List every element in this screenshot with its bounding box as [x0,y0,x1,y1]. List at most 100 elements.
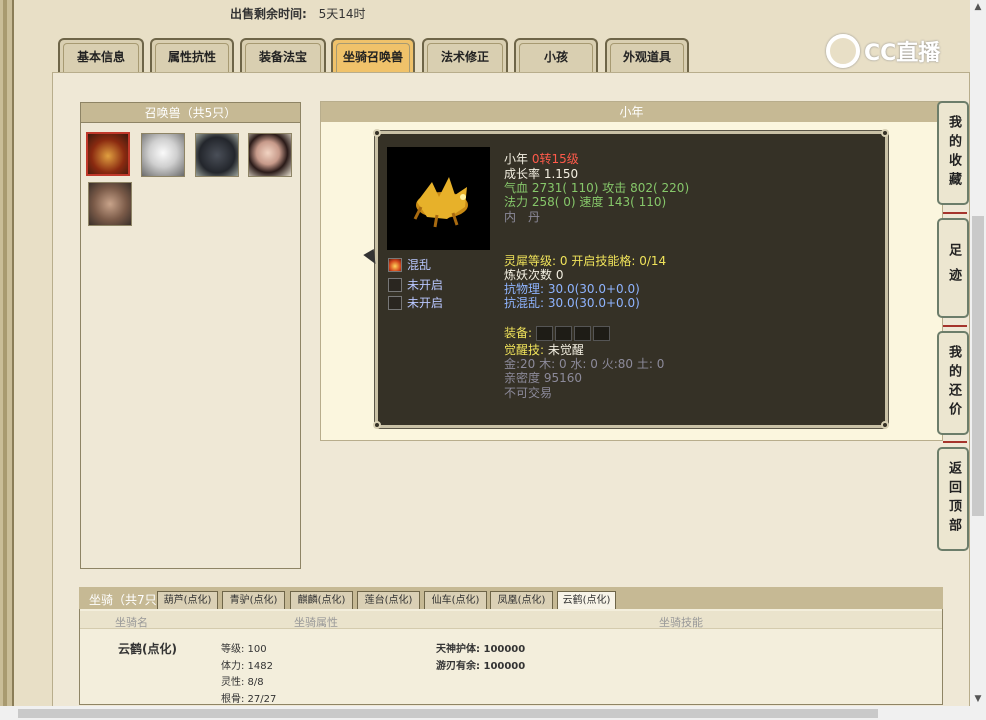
equip-line: 装备: [504,324,612,341]
chaos-resist-line: 抗混乱: 30.0(30.0+0.0) [504,294,640,311]
skill-row-2[interactable]: 未开启 [388,276,443,293]
mount-attr-bone: 根骨: 27/27 [221,694,277,705]
mount-count: 坐骑（共7只 [89,593,157,607]
open-slots-label: 开启技能格: [571,254,636,268]
back-to-top-button[interactable]: 返回顶部 [937,447,969,551]
tab-label: 外观道具 [622,49,671,64]
mount-tab-label: 云鹤(点化) [562,595,611,606]
tab-label: 装备法宝 [258,49,307,64]
corner-ornament [881,421,889,429]
chaos-resist-label: 抗混乱: [504,296,545,310]
mount-tab-label: 青驴(点化) [229,595,278,606]
mount-tab-3[interactable]: 麒麟(点化) [290,591,353,609]
tab-label: 小孩 [543,49,568,64]
pet-thumb-1[interactable] [86,132,130,176]
horizontal-scroll-thumb[interactable] [18,709,878,718]
pet-thumb-3[interactable] [195,133,239,177]
mount-tab-label: 凤凰(点化) [497,595,546,606]
mount-tab-1[interactable]: 葫芦(点化) [157,591,218,609]
pet-thumb-4[interactable] [248,133,292,177]
tab-label: 基本信息 [76,49,125,64]
mount-skill-1: 天神护体: 100000 [436,644,526,655]
mount-tab-label: 仙车(点化) [431,595,480,606]
mount-tab-4[interactable]: 莲台(点化) [357,591,420,609]
skill-name: 未开启 [407,296,444,310]
pet-portrait [387,147,490,250]
tab-equipment[interactable]: 装备法宝 [240,38,326,72]
pet-thumb-5[interactable] [88,182,132,226]
pet-list-title: 召唤兽（共5只） [81,103,300,123]
mount-skill-2: 游刃有余: 100000 [436,661,526,672]
pet-detail-title: 小年 [321,102,942,122]
favorites-label: 我的收藏 [946,115,961,191]
trade-status: 不可交易 [504,386,553,400]
pet-name: 小年 [504,152,529,166]
locked-skill-icon [388,295,402,310]
tab-attr-resist[interactable]: 属性抗性 [150,38,234,72]
scroll-up-icon[interactable]: ▲ [970,0,986,14]
mount-col-header [80,611,942,629]
mp-value: 258( 0) [531,195,576,209]
pet-thumb-2[interactable] [141,133,185,177]
chaos-resist-value: 30.0(30.0+0.0) [547,296,640,310]
equip-slot[interactable] [592,326,610,341]
tab-basic-info[interactable]: 基本信息 [58,38,144,72]
left-frame [0,0,14,720]
footprint-button[interactable]: 足迹 [937,218,969,318]
skill-name: 混乱 [407,258,432,272]
favorites-button[interactable]: 我的收藏 [937,101,969,205]
mount-tab-label: 麒麟(点化) [297,595,346,606]
tab-label: 坐骑召唤兽 [342,49,403,64]
col-mount-skill: 坐骑技能 [659,616,703,629]
back-to-top-label: 返回顶部 [946,461,961,537]
mount-attr-level: 等级: 100 [221,644,267,655]
tab-child[interactable]: 小孩 [514,38,598,72]
mount-tab-5[interactable]: 仙车(点化) [424,591,487,609]
skill-name: 未开启 [407,278,444,292]
corner-ornament [373,421,381,429]
mount-attr-stamina: 体力: 1482 [221,661,273,672]
sale-time-label: 出售剩余时间: [230,7,307,21]
equip-slot[interactable] [535,326,553,341]
logo-icon [826,34,860,68]
spd-value: 143( 110) [607,195,667,209]
cc-live-logo: CC直播 [826,34,940,68]
equip-slot[interactable] [554,326,572,341]
col-mount-attr: 坐骑属性 [294,616,338,629]
equip-slot[interactable] [573,326,591,341]
tab-appearance[interactable]: 外观道具 [605,38,689,72]
mp-label: 法力 [504,195,529,209]
mount-tab-label: 莲台(点化) [364,595,413,606]
skill-row-1[interactable]: 混乱 [388,256,431,273]
scroll-down-icon[interactable]: ▼ [970,692,986,706]
my-offers-label: 我的还价 [946,345,961,421]
scroll-thumb[interactable] [972,216,984,516]
my-offers-button[interactable]: 我的还价 [937,331,969,435]
mount-attr-spirit: 灵性: 8/8 [221,677,264,688]
fire-skill-icon [388,257,402,272]
pet-level: 0转15级 [531,152,579,166]
corner-ornament [373,129,381,137]
mount-tab-7[interactable]: 云鹤(点化) [557,591,616,609]
sale-time: 出售剩余时间: 5天14时 [230,5,366,22]
mount-tab-2[interactable]: 青驴(点化) [222,591,285,609]
col-mount-name: 坐骑名 [115,616,148,629]
footprint-label: 足迹 [946,243,961,293]
logo-text: CC直播 [864,41,941,66]
equip-label: 装备: [504,326,533,340]
mount-tab-label: 葫芦(点化) [163,595,212,606]
tab-label: 属性抗性 [167,49,216,64]
inner-core: 内 丹 [504,210,541,224]
mount-tab-6[interactable]: 凤凰(点化) [490,591,553,609]
corner-ornament [881,129,889,137]
sale-time-value: 5天14时 [318,7,366,21]
tab-spell-fix[interactable]: 法术修正 [422,38,508,72]
side-divider [943,441,967,443]
tab-label: 法术修正 [440,49,489,64]
locked-skill-icon [388,277,402,292]
tab-mount-pet[interactable]: 坐骑召唤兽 [331,38,415,72]
side-divider [943,325,967,327]
open-slots-value: 0/14 [639,254,667,268]
mount-name: 云鹤(点化) [118,642,177,656]
skill-row-3[interactable]: 未开启 [388,294,443,311]
